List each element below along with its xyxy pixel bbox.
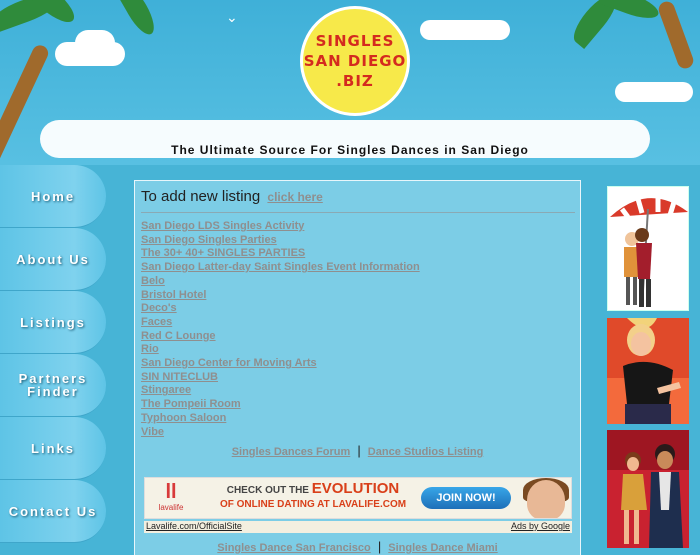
listings-panel: To add new listing click here San Diego … <box>134 180 581 555</box>
listing-link[interactable]: San Diego Latter-day Saint Singles Event… <box>141 261 420 275</box>
ad-headline: CHECK OUT THE EVOLUTION <box>203 480 423 498</box>
singles-dance-san-francisco-link[interactable]: Singles Dance San Francisco <box>217 542 370 554</box>
dance-studios-link[interactable]: Dance Studios Listing <box>368 446 484 458</box>
ad-subline: OF ONLINE DATING AT LAVALIFE.COM <box>219 499 407 510</box>
listing-link[interactable]: Red C Lounge <box>141 330 420 344</box>
lavalife-logo-icon: ll <box>165 481 177 503</box>
bird-icon: ⌄ <box>226 9 238 25</box>
ad-photo <box>527 480 565 518</box>
site-logo[interactable]: SINGLES SAN DIEGO .BIZ <box>300 6 410 116</box>
listing-link[interactable]: Faces <box>141 316 420 330</box>
woman-portrait-image <box>607 318 689 424</box>
singles-dances-forum-link[interactable]: Singles Dances Forum <box>232 446 351 458</box>
nav-home[interactable]: Home <box>0 165 106 228</box>
ad-footer: Lavalife.com/OfficialSite Ads by Google <box>144 521 572 533</box>
palm-tree-right <box>656 0 696 71</box>
ad-url-link[interactable]: Lavalife.com/OfficialSite <box>146 521 242 531</box>
site-tagline: The Ultimate Source For Singles Dances i… <box>171 143 529 157</box>
divider <box>141 212 575 213</box>
logo-text: SAN DIEGO <box>303 52 407 70</box>
cloud-decoration <box>615 82 693 102</box>
listing-link[interactable]: Bristol Hotel <box>141 289 420 303</box>
add-listing-link[interactable]: click here <box>267 190 322 204</box>
lavalife-logo-text: lavalife <box>158 503 184 512</box>
listing-link[interactable]: Vibe <box>141 426 420 440</box>
ad-join-button[interactable]: JOIN NOW! <box>421 487 511 509</box>
nav-listings[interactable]: Listings <box>0 291 106 354</box>
listing-link[interactable]: Stingaree <box>141 384 420 398</box>
cloud-decoration <box>420 20 510 40</box>
listing-link[interactable]: The 30+ 40+ SINGLES PARTIES <box>141 247 420 261</box>
listing-link[interactable]: San Diego Center for Moving Arts <box>141 357 420 371</box>
listing-link[interactable]: Deco's <box>141 302 420 316</box>
logo-text: SINGLES <box>315 32 395 50</box>
ad-banner[interactable]: ll lavalife CHECK OUT THE EVOLUTION OF O… <box>144 477 572 519</box>
nav-contact-us[interactable]: Contact Us <box>0 480 106 543</box>
main-navigation: Home About Us Listings Partners Finder L… <box>0 165 108 543</box>
nav-partners-finder[interactable]: Partners Finder <box>0 354 106 417</box>
nav-links[interactable]: Links <box>0 417 106 480</box>
link-separator: | <box>377 539 382 554</box>
lavalife-logo: ll lavalife <box>149 481 193 517</box>
link-separator: | <box>357 443 361 458</box>
listing-link[interactable]: Rio <box>141 343 420 357</box>
listing-link[interactable]: The Pompeii Room <box>141 398 420 412</box>
couple-umbrella-image <box>607 186 689 311</box>
singles-dance-miami-link[interactable]: Singles Dance Miami <box>388 542 497 554</box>
ad-copy: CHECK OUT THE EVOLUTION OF ONLINE DATING… <box>203 480 423 512</box>
cloud-decoration <box>75 30 115 56</box>
listing-link[interactable]: SIN NITECLUB <box>141 371 420 385</box>
nav-about-us[interactable]: About Us <box>0 228 106 291</box>
ads-by-google-link[interactable]: Ads by Google <box>511 521 570 531</box>
add-listing-row: To add new listing click here <box>141 188 323 205</box>
ad-headline-emph: EVOLUTION <box>311 480 400 497</box>
logo-text: .BIZ <box>336 72 374 90</box>
listing-link[interactable]: Belo <box>141 275 420 289</box>
listing-links: San Diego LDS Singles Activity San Diego… <box>141 220 420 439</box>
dancing-couple-image <box>607 430 689 548</box>
listing-link[interactable]: Typhoon Saloon <box>141 412 420 426</box>
palm-leaf-icon <box>115 0 160 39</box>
ad-headline-pre: CHECK OUT THE <box>226 485 309 496</box>
site-header: ⌄ SINGLES SAN DIEGO .BIZ The Ultimate So… <box>0 0 700 165</box>
bottom-links-row: Singles Dance San Francisco | Singles Da… <box>135 539 580 554</box>
listing-link[interactable]: San Diego Singles Parties <box>141 234 420 248</box>
add-listing-text: To add new listing <box>141 188 261 205</box>
listing-link[interactable]: San Diego LDS Singles Activity <box>141 220 420 234</box>
forum-links-row: Singles Dances Forum | Dance Studios Lis… <box>135 443 580 458</box>
